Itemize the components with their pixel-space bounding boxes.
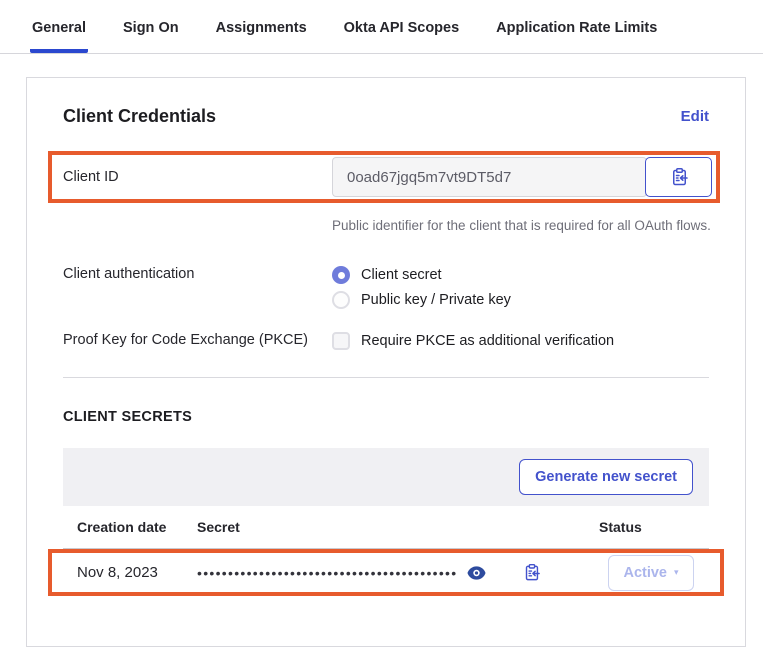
client-id-label: Client ID [63, 169, 332, 185]
radio-client-secret-label: Client secret [361, 267, 442, 283]
secrets-table-header-row: Creation date Secret Status [63, 506, 709, 549]
tab-okta-api-scopes[interactable]: Okta API Scopes [342, 20, 462, 53]
tab-sign-on[interactable]: Sign On [121, 20, 181, 53]
radio-public-private-key-label: Public key / Private key [361, 292, 511, 308]
client-id-help-text: Public identifier for the client that is… [332, 213, 742, 239]
section-divider [63, 377, 709, 378]
eye-icon[interactable] [467, 566, 486, 580]
client-authentication-row: Client authentication Client secret Publ… [63, 266, 709, 309]
column-header-secret: Secret [197, 519, 599, 535]
tab-assignments[interactable]: Assignments [214, 20, 309, 53]
pkce-checkbox-label: Require PKCE as additional verification [361, 333, 614, 349]
tab-application-rate-limits[interactable]: Application Rate Limits [494, 20, 659, 53]
status-label: Active [623, 565, 667, 581]
chevron-down-icon: ▾ [674, 568, 679, 577]
section-title-client-secrets: CLIENT SECRETS [63, 409, 709, 425]
generate-new-secret-button[interactable]: Generate new secret [519, 459, 693, 495]
highlight-box-client-id: Client ID [48, 151, 720, 203]
highlight-box-secret-row: Nov 8, 2023 ••••••••••••••••••••••••••••… [48, 549, 724, 596]
edit-link[interactable]: Edit [681, 108, 709, 125]
client-authentication-label: Client authentication [63, 266, 332, 282]
column-header-creation-date: Creation date [77, 519, 197, 535]
checkbox-unchecked-icon[interactable] [332, 332, 350, 350]
copy-client-id-button[interactable] [645, 157, 712, 197]
copy-secret-button[interactable] [522, 563, 541, 582]
client-id-input[interactable] [332, 157, 647, 197]
column-header-status: Status [599, 519, 695, 535]
client-authentication-options: Client secret Public key / Private key [332, 266, 511, 309]
radio-selected-icon[interactable] [332, 266, 350, 284]
pkce-row: Proof Key for Code Exchange (PKCE) Requi… [63, 332, 709, 350]
pkce-label: Proof Key for Code Exchange (PKCE) [63, 332, 332, 348]
secret-creation-date: Nov 8, 2023 [77, 564, 197, 581]
client-credentials-header: Client Credentials Edit [63, 106, 709, 127]
secrets-table-toolbar: Generate new secret [63, 448, 709, 506]
client-secrets-table: Generate new secret Creation date Secret… [63, 448, 709, 596]
clipboard-copy-icon [669, 167, 689, 187]
pkce-checkbox-row[interactable]: Require PKCE as additional verification [332, 332, 614, 350]
radio-client-secret[interactable]: Client secret [332, 266, 511, 284]
client-credentials-card: Client Credentials Edit Client ID Public… [26, 77, 746, 647]
table-row: Nov 8, 2023 ••••••••••••••••••••••••••••… [52, 553, 720, 592]
radio-unselected-icon[interactable] [332, 291, 350, 309]
app-tab-bar: General Sign On Assignments Okta API Sco… [0, 0, 763, 54]
tab-general[interactable]: General [30, 20, 88, 53]
status-dropdown[interactable]: Active ▾ [608, 555, 694, 591]
clipboard-copy-icon [522, 563, 541, 582]
client-id-field-group [332, 157, 712, 197]
section-title-client-credentials: Client Credentials [63, 106, 216, 127]
radio-public-private-key[interactable]: Public key / Private key [332, 291, 511, 309]
masked-secret-value: ••••••••••••••••••••••••••••••••••••••••… [197, 566, 457, 580]
